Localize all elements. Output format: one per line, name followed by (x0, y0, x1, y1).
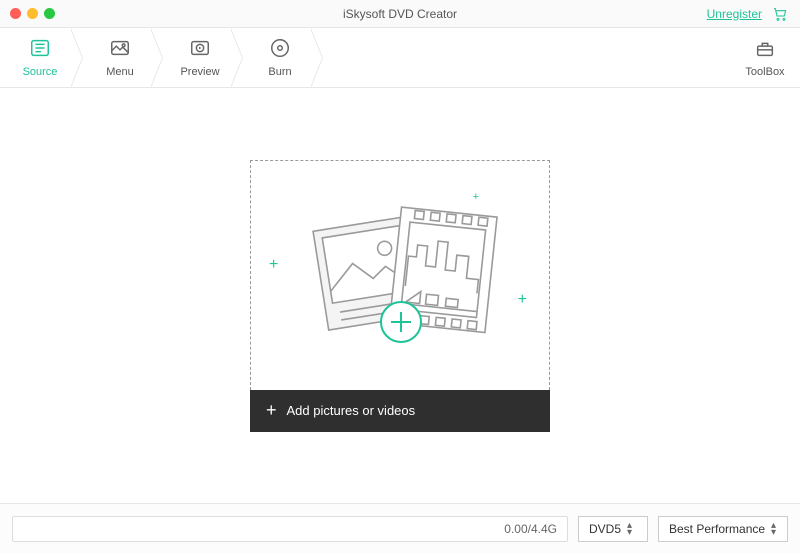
close-window-button[interactable] (10, 8, 21, 19)
burn-icon (269, 37, 291, 62)
capacity-text: 0.00/4.4G (504, 522, 557, 536)
toolbox-label: ToolBox (745, 66, 784, 78)
source-icon (29, 37, 51, 62)
step-label: Preview (180, 66, 219, 78)
titlebar: iSkysoft DVD Creator Unregister (0, 0, 800, 28)
unregister-link[interactable]: Unregister (707, 7, 762, 21)
step-label: Menu (106, 66, 134, 78)
step-label: Source (23, 66, 58, 78)
stepper-arrows-icon: ▴▾ (771, 522, 776, 536)
app-title: iSkysoft DVD Creator (0, 7, 800, 21)
step-nav: Source Menu Preview Burn (0, 28, 800, 88)
disc-type-select[interactable]: DVD5 ▴▾ (578, 516, 648, 542)
step-preview[interactable]: Preview (160, 28, 240, 87)
drop-target[interactable]: + + + (250, 160, 550, 390)
stepper-arrows-icon: ▴▾ (627, 522, 632, 536)
plus-icon: + (266, 400, 277, 421)
toolbox-button[interactable]: ToolBox (730, 28, 800, 87)
step-label: Burn (268, 66, 291, 78)
step-burn[interactable]: Burn (240, 28, 320, 87)
add-media-label: Add pictures or videos (287, 403, 416, 418)
minimize-window-button[interactable] (27, 8, 38, 19)
sparkle-icon: + (269, 256, 278, 274)
cart-icon[interactable] (772, 6, 788, 22)
dropzone: + + + (250, 160, 550, 432)
capacity-bar: 0.00/4.4G (12, 516, 568, 542)
sparkle-icon: + (518, 291, 527, 309)
disc-type-value: DVD5 (589, 522, 621, 536)
preview-icon (189, 37, 211, 62)
main-area: + + + (0, 88, 800, 503)
quality-value: Best Performance (669, 522, 765, 536)
media-illustration (295, 194, 505, 357)
fullscreen-window-button[interactable] (44, 8, 55, 19)
menu-icon (109, 37, 131, 62)
footer: 0.00/4.4G DVD5 ▴▾ Best Performance ▴▾ (0, 503, 800, 553)
step-menu[interactable]: Menu (80, 28, 160, 87)
toolbox-icon (754, 37, 776, 62)
step-source[interactable]: Source (0, 28, 80, 87)
quality-select[interactable]: Best Performance ▴▾ (658, 516, 788, 542)
window-controls (0, 8, 55, 19)
add-media-button[interactable]: + Add pictures or videos (250, 390, 550, 432)
sparkle-icon: + (473, 191, 479, 203)
